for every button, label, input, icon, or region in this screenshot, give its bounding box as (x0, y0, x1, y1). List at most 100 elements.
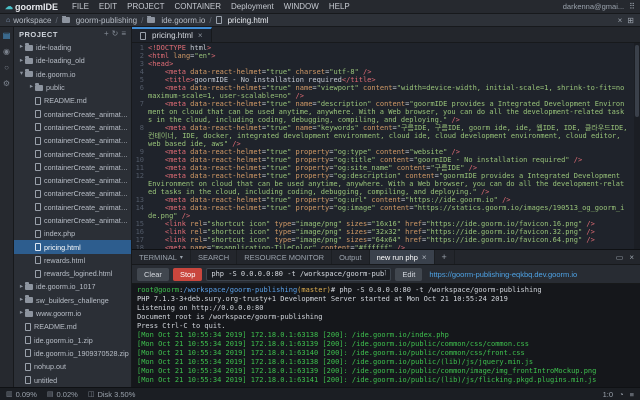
menu-container[interactable]: CONTAINER (170, 2, 227, 11)
breadcrumb-item-goorm-publishing[interactable]: goorm-publishing (62, 16, 137, 25)
tree-file-nohup.out[interactable]: nohup.out (14, 360, 131, 373)
status-menu-icon[interactable]: ≡ (630, 390, 634, 399)
tree-file-containerCreate_animate01.html[interactable]: containerCreate_animate01.html (14, 107, 131, 120)
tree-file-containerCreate_animate04.html[interactable]: containerCreate_animate04.html (14, 147, 131, 160)
notifications-icon[interactable]: ◔ (619, 390, 624, 399)
apps-grid-icon[interactable]: ⠿ (629, 3, 635, 11)
chevron-right-icon[interactable]: ▸ (18, 284, 25, 291)
breadcrumb-label: goorm-publishing (76, 16, 137, 25)
tree-file-index.php[interactable]: index.php (14, 227, 131, 240)
chevron-down-icon[interactable]: ▾ (180, 254, 183, 261)
line-number: 4 (132, 68, 148, 76)
chevron-right-icon[interactable]: ▸ (18, 310, 25, 317)
terminal-tab-search[interactable]: SEARCH (191, 250, 237, 264)
tree-file-untitled[interactable]: untitled (14, 373, 131, 386)
editor-tab-pricing.html[interactable]: pricing.html× (132, 27, 212, 42)
code-line: 2<html lang="en"> (132, 52, 634, 60)
explorer-icon[interactable]: ▤ (3, 32, 11, 40)
terminal-tab-resource-monitor[interactable]: RESOURCE MONITOR (237, 250, 332, 264)
tree-file-ide.goorm.io_1.zip[interactable]: ide.goorm.io_1.zip (14, 334, 131, 347)
tree-file-containerCreate_animate07.html[interactable]: containerCreate_animate07.html (14, 187, 131, 200)
breadcrumb-item-workspace[interactable]: ⌂workspace (6, 16, 51, 25)
code-line: 13 <meta data-react-helmet="true" proper… (132, 196, 634, 204)
tree-file-README.md[interactable]: README.md (14, 320, 131, 333)
chevron-down-icon[interactable]: ▾ (18, 71, 25, 78)
line-number: 1 (132, 44, 148, 52)
code-editor[interactable]: 1<!DOCTYPE html>2<html lang="en">3<head>… (132, 43, 634, 249)
menu-deployment[interactable]: Deployment (226, 2, 279, 11)
chevron-right-icon[interactable]: ▸ (18, 297, 25, 304)
chevron-right-icon[interactable]: ▸ (18, 44, 25, 51)
code-text: <meta data-react-helmet="true" name="des… (148, 100, 634, 124)
menu-file[interactable]: FILE (67, 2, 94, 11)
chevron-right-icon[interactable]: ▸ (28, 84, 35, 91)
close-file-icon[interactable]: × (618, 16, 623, 25)
new-terminal-tab-button[interactable]: + (435, 250, 455, 264)
tree-file-README.md[interactable]: README.md (14, 94, 131, 107)
maximize-panel-icon[interactable]: ▭ (616, 253, 624, 262)
code-line: 9 <meta data-react-helmet="true" propert… (132, 148, 634, 156)
tree-file-containerCreate_animate05.html[interactable]: containerCreate_animate05.html (14, 161, 131, 174)
line-number: 10 (132, 156, 148, 164)
terminal-tab-new-run-php[interactable]: new run php× (370, 250, 435, 264)
tree-folder-ide.goorm.io_1017[interactable]: ▸ide.goorm.io_1017 (14, 280, 131, 293)
tree-folder-ide.goorm.io[interactable]: ▾ide.goorm.io (14, 68, 131, 81)
menu-window[interactable]: WINDOW (279, 2, 324, 11)
close-tab-icon[interactable]: × (198, 31, 203, 40)
line-number: 6 (132, 84, 148, 100)
tree-file-pricing.html[interactable]: pricing.html (14, 240, 131, 253)
panel-menu-icon[interactable]: ≡ (121, 30, 126, 38)
terminal-text: [Mon Oct 21 10:55:34 2019] 172.18.0.1:63… (137, 349, 525, 357)
chevron-right-icon[interactable]: ▸ (18, 58, 25, 65)
new-file-icon[interactable]: + (104, 30, 109, 38)
status-resources: ▥0.09%▤0.02%◫Disk 3.50% (6, 390, 135, 399)
terminal-text: PHP 7.1.3-3+deb.sury.org-trusty+1 Develo… (137, 295, 508, 303)
line-number: 5 (132, 76, 148, 84)
tree-file-rewards_logined.html[interactable]: rewards_logined.html (14, 267, 131, 280)
tree-file-containerCreate_animate02.html[interactable]: containerCreate_animate02.html (14, 121, 131, 134)
settings-icon[interactable]: ⚙ (3, 80, 10, 88)
tree-folder-ide-loading[interactable]: ▸ide-loading (14, 41, 131, 54)
terminal-line: [Mon Oct 21 10:55:34 2019] 172.18.0.1:63… (137, 358, 635, 367)
menu-help[interactable]: HELP (324, 2, 355, 11)
file-icon (35, 163, 41, 171)
collaboration-icon[interactable]: ◉ (3, 48, 10, 56)
tree-folder-sw_builders_challenge[interactable]: ▸sw_builders_challenge (14, 294, 131, 307)
tree-file-containerCreate_animate06.html[interactable]: containerCreate_animate06.html (14, 174, 131, 187)
tree-folder-public[interactable]: ▸public (14, 81, 131, 94)
search-icon[interactable]: ○ (4, 64, 9, 72)
tree-file-containerCreate_animate09.html[interactable]: containerCreate_animate09.html (14, 214, 131, 227)
terminal-line: Press Ctrl-C to quit. (137, 322, 635, 331)
menu-edit[interactable]: EDIT (94, 2, 122, 11)
run-command-input[interactable] (206, 268, 391, 281)
tree-folder-ide-loading_old[interactable]: ▸ide-loading_old (14, 54, 131, 67)
terminal-tab-output[interactable]: Output (332, 250, 370, 264)
clear-button[interactable]: Clear (137, 268, 169, 281)
refresh-icon[interactable]: ↻ (112, 30, 119, 38)
file-icon (35, 217, 41, 225)
scrollbar-thumb[interactable] (635, 45, 639, 117)
tree-item-label: containerCreate_animate03.html (44, 136, 129, 145)
breadcrumb-label: workspace (13, 16, 51, 25)
editor-scrollbar[interactable] (634, 43, 640, 249)
close-panel-icon[interactable]: × (629, 253, 634, 262)
breadcrumb-item-ide.goorm.io[interactable]: ide.goorm.io (147, 16, 205, 25)
terminal-output[interactable]: root@goorm:/workspace/goorm-publishing(m… (132, 284, 640, 387)
disk-icon: ◫ (88, 391, 95, 398)
tree-folder-www.goorm.io[interactable]: ▸www.goorm.io (14, 307, 131, 320)
stop-button[interactable]: Stop (173, 268, 202, 281)
breadcrumb-item-pricing.html[interactable]: pricing.html (216, 16, 269, 25)
terminal-tab-terminal[interactable]: TERMINAL▾ (132, 250, 191, 264)
split-layout-icon[interactable]: ⊞ (627, 16, 634, 25)
tree-file-containerCreate_animate08.html[interactable]: containerCreate_animate08.html (14, 201, 131, 214)
tree-file-rewards.html[interactable]: rewards.html (14, 254, 131, 267)
file-icon (35, 137, 41, 145)
editor-tab-bar: pricing.html× (132, 27, 640, 43)
tree-file-containerCreate_animate03.html[interactable]: containerCreate_animate03.html (14, 134, 131, 147)
tree-file-ide.goorm.io_1909370528.zip[interactable]: ide.goorm.io_1909370528.zip (14, 347, 131, 360)
menu-project[interactable]: PROJECT (122, 2, 169, 11)
preview-url-link[interactable]: https://goorm-publishing-eqkbq.dev.goorm… (429, 270, 577, 279)
edit-button[interactable]: Edit (395, 268, 422, 281)
close-tab-icon[interactable]: × (422, 253, 427, 262)
user-email[interactable]: darkenna@gmai... (563, 2, 624, 11)
